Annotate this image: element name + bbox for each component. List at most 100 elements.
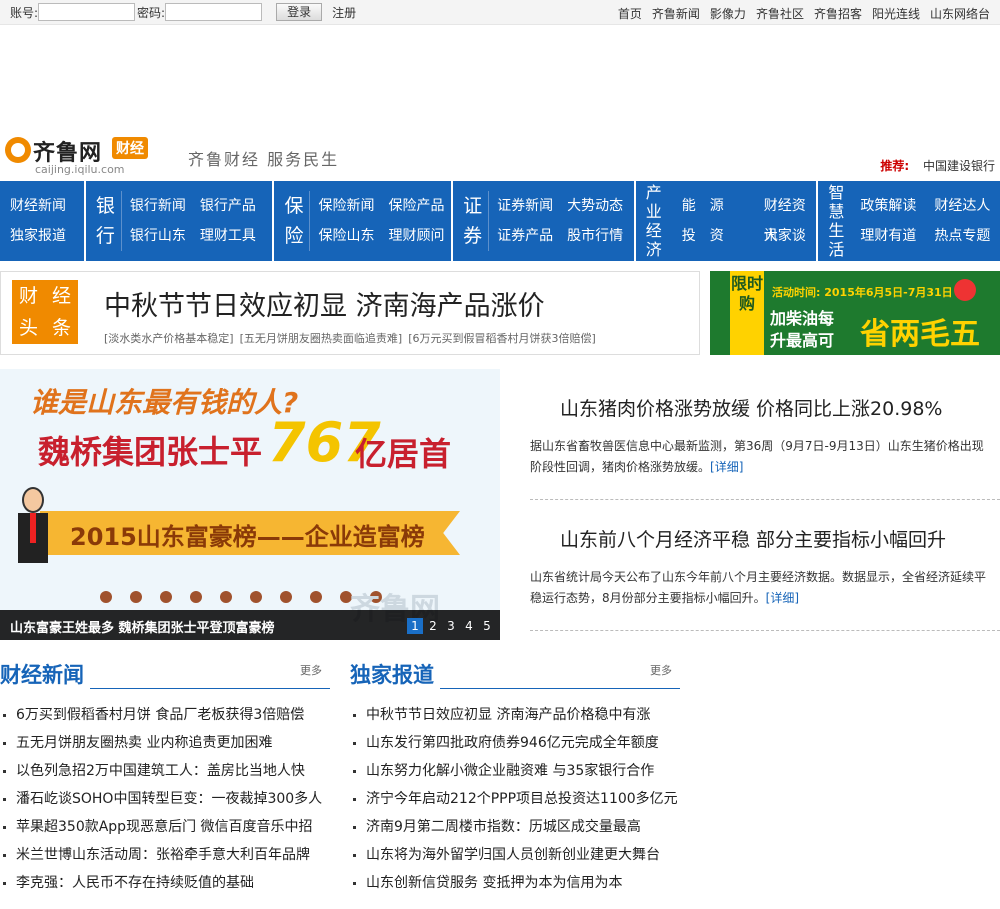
nav-item-finance-advisor[interactable]: 理财顾问 [388, 221, 444, 251]
nav-item-policy[interactable]: 政策解读 [860, 191, 916, 221]
list-item[interactable]: 山东发行第四批政府债券946亿元完成全年额度 [350, 729, 680, 757]
top-link-sunshine[interactable]: 阳光连线 [872, 5, 920, 22]
story-title[interactable]: 山东前八个月经济平稳 部分主要指标小幅回升 [560, 525, 946, 552]
story-more-link[interactable]: [详细] [710, 460, 743, 474]
column-header: 独家报道 更多 [350, 655, 680, 689]
ad-banner[interactable]: 限时购 活动时间: 2015年6月5日-7月31日 加柴油每 升最高可 省两毛五 [710, 271, 1000, 355]
nav-item-energy[interactable]: 能 源 [682, 191, 724, 221]
headline-title[interactable]: 中秋节节日效应初显 济南海产品涨价 [104, 284, 545, 323]
nav-item-bank-news[interactable]: 银行新闻 [130, 191, 186, 221]
headline-sub-link[interactable]: [6万元买到假冒稻香村月饼获3倍赔偿] [408, 330, 596, 346]
nav-item-stock-quotes[interactable]: 股市行情 [567, 221, 623, 251]
list-item[interactable]: 山东努力化解小微企业融资难 与35家银行合作 [350, 757, 680, 785]
top-link-tv[interactable]: 山东网络台 [930, 5, 990, 22]
recommend: 推荐: 中国建设银行 [880, 157, 995, 174]
list-item[interactable]: 苹果超350款App现恶意后门 微信百度音乐中招 [0, 813, 330, 841]
nav-item-securities-products[interactable]: 证券产品 [497, 221, 553, 251]
top-links: 首页 齐鲁新闻 影像力 齐鲁社区 齐鲁招客 阳光连线 山东网络台 [608, 5, 990, 22]
list-item[interactable]: 米兰世博山东活动周：张裕牵手意大利百年品牌 [0, 841, 330, 869]
nav-item-hot-topics[interactable]: 热点专题 [934, 221, 990, 251]
nav-item-bank-products[interactable]: 银行产品 [200, 191, 256, 221]
nav-item-experts[interactable]: 财经达人 [934, 191, 990, 221]
top-link-recruit[interactable]: 齐鲁招客 [814, 5, 862, 22]
story-divider [530, 499, 1000, 500]
story-more-link[interactable]: [详细] [766, 591, 799, 605]
slide-page-5[interactable]: 5 [479, 618, 495, 634]
nav-block-bank: 银行 银行新闻 银行山东 银行产品 理财工具 [85, 181, 273, 261]
column-header: 财经新闻 更多 [0, 655, 330, 689]
list-item[interactable]: 潘石屹谈SOHO中国转型巨变：一夜裁掉300多人 [0, 785, 330, 813]
list-item[interactable]: 山东创新信贷服务 变抵押为本为信用为本 [350, 869, 680, 897]
slide-page-3[interactable]: 3 [443, 618, 459, 634]
top-link-home[interactable]: 首页 [618, 5, 642, 22]
list-item[interactable]: 以色列急招2万中国建筑工人：盖房比当地人快 [0, 757, 330, 785]
nav-title-life[interactable]: 智慧生活 [818, 183, 844, 259]
password-input[interactable] [165, 3, 263, 21]
nav-title-insurance[interactable]: 保险 [274, 191, 311, 251]
site-logo[interactable]: 齐鲁网 财经 caijing.iqilu.com [5, 135, 155, 180]
story-divider [530, 630, 1000, 631]
nav-item-insurance-products[interactable]: 保险产品 [388, 191, 444, 221]
top-link-news[interactable]: 齐鲁新闻 [652, 5, 700, 22]
ad-big-text: 省两毛五 [860, 317, 980, 352]
register-link[interactable]: 注册 [332, 4, 356, 21]
nav-title-securities[interactable]: 证券 [453, 191, 490, 251]
ad-line1: 加柴油每 [770, 309, 835, 328]
column-heading[interactable]: 独家报道 [350, 659, 440, 689]
headline-subs: [淡水类水产价格基本稳定] [五无月饼朋友圈热卖面临追责难] [6万元买到假冒稻… [104, 330, 596, 346]
list-item[interactable]: 山东将为海外留学归国人员创新创业建更大舞台 [350, 841, 680, 869]
nav-item-discussion[interactable]: 大家谈 [764, 221, 817, 251]
slide-page-1[interactable]: 1 [407, 618, 423, 634]
nav-item-bank-shandong[interactable]: 银行山东 [130, 221, 186, 251]
ad-date: 活动时间: 2015年6月5日-7月31日 [772, 286, 953, 299]
login-form: 账号: 密码: 登录 注册 [10, 3, 356, 21]
more-link[interactable]: 更多 [300, 662, 322, 678]
nav-item-money-tips[interactable]: 理财有道 [860, 221, 916, 251]
nav-item-investment[interactable]: 投 资 [682, 221, 724, 251]
recommend-link[interactable]: 中国建设银行 [923, 159, 995, 173]
ad-tag: 限时购 [730, 271, 764, 355]
slide-page-4[interactable]: 4 [461, 618, 477, 634]
list-item[interactable]: 中秋节节日效应初显 济南海产品价格稳中有涨 [350, 701, 680, 729]
story-desc: 山东省统计局今天公布了山东今年前八个月主要经济数据。数据显示，全省经济延续平稳运… [530, 570, 987, 605]
nav-item-insurance-shandong[interactable]: 保险山东 [318, 221, 374, 251]
list-item[interactable]: 李克强：人民币不存在持续贬值的基础 [0, 869, 330, 897]
nav-item-market-trends[interactable]: 大势动态 [567, 191, 623, 221]
finance-news-column: 财经新闻 更多 6万买到假稻香村月饼 食品厂老板获得3倍赔偿 五无月饼朋友圈热卖… [0, 655, 330, 897]
nav-item-insurance-news[interactable]: 保险新闻 [318, 191, 374, 221]
crowd-icon [100, 591, 382, 603]
slideshow[interactable]: 谁是山东最有钱的人? 魏桥集团张士平 767 亿居首 2015山东富豪榜——企业… [0, 369, 500, 640]
account-input[interactable] [38, 3, 136, 21]
nav-block-life: 智慧生活 政策解读 理财有道 财经达人 热点专题 [818, 181, 1000, 261]
story-title[interactable]: 山东猪肉价格涨势放缓 价格同比上涨20.98% [560, 394, 943, 421]
list-item[interactable]: 6万买到假稻香村月饼 食品厂老板获得3倍赔偿 [0, 701, 330, 729]
nav-item-finance-tools[interactable]: 理财工具 [200, 221, 256, 251]
more-link[interactable]: 更多 [650, 662, 672, 678]
nav-item-securities-news[interactable]: 证券新闻 [497, 191, 553, 221]
top-link-community[interactable]: 齐鲁社区 [756, 5, 804, 22]
top-link-image[interactable]: 影像力 [710, 5, 746, 22]
list-item[interactable]: 济南9月第二周楼市指数：历城区成交量最高 [350, 813, 680, 841]
nav-block-industry: 产业经济 能 源 投 资 财经资讯 大家谈 [635, 181, 817, 261]
login-button[interactable]: 登录 [276, 3, 323, 21]
nav-item-exclusive[interactable]: 独家报道 [10, 221, 66, 251]
slide-suffix: 亿居首 [355, 435, 452, 473]
headline-tag: 财经 头条 [12, 280, 78, 344]
list-item[interactable]: 济宁今年启动212个PPP项目总投资达1100多亿元 [350, 785, 680, 813]
headline-sub-link[interactable]: [五无月饼朋友圈热卖面临追责难] [240, 330, 403, 346]
story-desc: 据山东省畜牧兽医信息中心最新监测，第36周（9月7日-9月13日）山东生猪价格出… [530, 439, 984, 474]
password-label: 密码: [137, 5, 166, 20]
list-item[interactable]: 五无月饼朋友圈热卖 业内称追责更加困难 [0, 729, 330, 757]
news-list: 中秋节节日效应初显 济南海产品价格稳中有涨 山东发行第四批政府债券946亿元完成… [350, 701, 680, 897]
account-label: 账号: [10, 5, 39, 20]
column-heading[interactable]: 财经新闻 [0, 659, 90, 689]
nav-title-bank[interactable]: 银行 [86, 191, 122, 251]
slide-caption[interactable]: 山东富豪王姓最多 魏桥集团张士平登顶富豪榜 [10, 617, 275, 636]
nav-item-finance-info[interactable]: 财经资讯 [764, 191, 817, 244]
slide-question: 谁是山东最有钱的人? [30, 386, 299, 419]
slide-page-2[interactable]: 2 [425, 618, 441, 634]
headline-sub-link[interactable]: [淡水类水产价格基本稳定] [104, 330, 234, 346]
nav-title-industry[interactable]: 产业经济 [636, 183, 662, 259]
recommend-label: 推荐: [880, 159, 910, 173]
nav-item-finance-news[interactable]: 财经新闻 [10, 191, 66, 221]
